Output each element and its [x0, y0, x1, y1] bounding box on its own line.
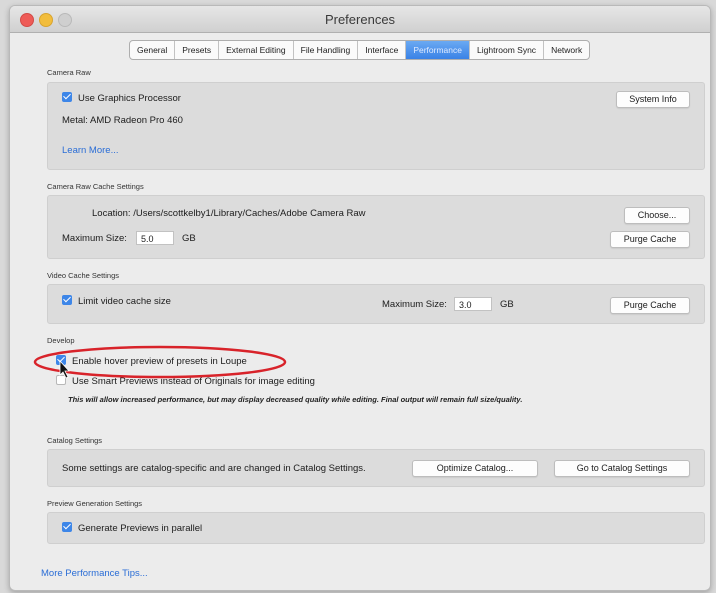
preferences-window: Preferences General Presets External Edi… — [9, 5, 711, 591]
cursor-arrow-icon — [59, 359, 70, 379]
highlight-ellipse — [33, 345, 287, 379]
highlight-annotation — [33, 345, 287, 379]
